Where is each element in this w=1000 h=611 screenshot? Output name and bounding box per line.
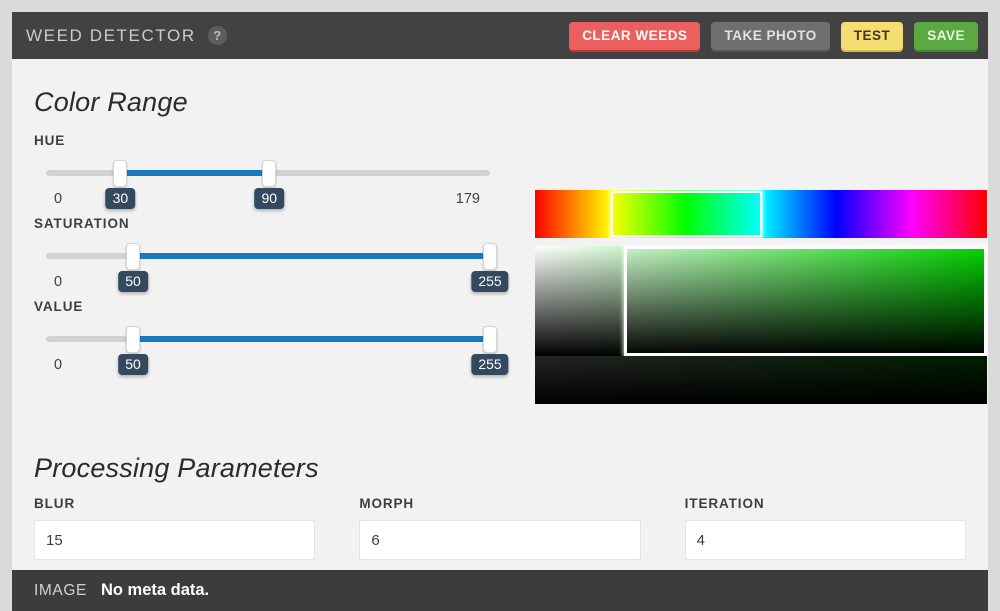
- slider-max-label: 179: [455, 191, 480, 207]
- blur-input[interactable]: [34, 520, 316, 560]
- clear-weeds-button[interactable]: CLEAR WEEDS: [569, 21, 701, 50]
- color-range-sliders: HUE 0 179 30 90 SATURATION 0 50 255 VALU…: [34, 131, 509, 380]
- slider-group-hue: HUE 0 179 30 90: [34, 133, 502, 214]
- take-photo-button[interactable]: TAKE PHOTO: [711, 21, 830, 50]
- slider-group-value: VALUE 0 50 255: [34, 299, 509, 380]
- color-range-heading: Color Range: [34, 87, 188, 117]
- param-morph: MORPH: [359, 496, 641, 560]
- question-mark-circle-icon[interactable]: ?: [207, 26, 227, 45]
- processing-parameters: Processing Parameters BLUR MORPH ITERATI…: [34, 453, 966, 560]
- slider-value-badge-low: 30: [105, 188, 136, 209]
- slider-track-fill: [120, 170, 270, 176]
- slider-handle-high[interactable]: [483, 326, 497, 353]
- page-title: WEED DETECTOR: [26, 25, 196, 45]
- slider-value-badge-high: 90: [254, 188, 285, 209]
- saturation-value-picker-shadow: [535, 356, 987, 404]
- param-label-morph: MORPH: [359, 496, 415, 511]
- iteration-input[interactable]: [684, 520, 966, 560]
- hue-selection-box: [610, 191, 763, 237]
- param-label-iteration: ITERATION: [684, 496, 765, 511]
- slider-saturation[interactable]: [34, 241, 502, 271]
- slider-value-badge-high: 255: [471, 354, 509, 375]
- param-blur: BLUR: [34, 496, 316, 560]
- slider-value-badge-low: 50: [118, 354, 148, 375]
- slider-label-hue: HUE: [34, 133, 66, 148]
- slider-handle-low[interactable]: [113, 160, 128, 187]
- param-label-blur: BLUR: [34, 496, 76, 511]
- slider-handle-high[interactable]: [483, 243, 497, 270]
- slider-track-fill: [133, 336, 490, 342]
- slider-scale-saturation: 0 50 255: [34, 271, 509, 297]
- titlebar-actions: CLEAR WEEDS TAKE PHOTO TEST SAVE: [569, 21, 978, 50]
- status-label-image: IMAGE: [34, 581, 87, 599]
- processing-parameters-heading: Processing Parameters: [34, 453, 319, 483]
- weed-detector-card: WEED DETECTOR ? CLEAR WEEDS TAKE PHOTO T…: [12, 12, 988, 611]
- slider-label-value: VALUE: [34, 299, 84, 314]
- test-button[interactable]: TEST: [840, 21, 904, 50]
- slider-label-saturation: SATURATION: [34, 216, 130, 231]
- slider-value[interactable]: [34, 324, 502, 354]
- slider-value-badge-high: 255: [471, 271, 509, 292]
- sv-selection-box: [623, 246, 987, 356]
- color-preview: [535, 190, 987, 404]
- slider-track-fill: [133, 253, 490, 259]
- app-titlebar: WEED DETECTOR ? CLEAR WEEDS TAKE PHOTO T…: [12, 12, 988, 59]
- morph-input[interactable]: [359, 520, 641, 560]
- slider-min-label: 0: [54, 357, 63, 373]
- slider-handle-high[interactable]: [262, 160, 277, 187]
- param-iteration: ITERATION: [684, 496, 966, 560]
- slider-min-label: 0: [54, 274, 63, 290]
- slider-handle-low[interactable]: [126, 326, 141, 353]
- status-meta-value: No meta data.: [100, 581, 210, 599]
- slider-value-badge-low: 50: [118, 271, 148, 292]
- processing-parameters-row: BLUR MORPH ITERATION: [34, 496, 966, 560]
- slider-scale-hue: 0 179 30 90: [34, 188, 502, 214]
- slider-group-saturation: SATURATION 0 50 255: [34, 216, 509, 297]
- slider-handle-low[interactable]: [126, 243, 141, 270]
- slider-hue[interactable]: [34, 158, 502, 188]
- save-button[interactable]: SAVE: [914, 21, 978, 50]
- hue-spectrum-bar[interactable]: [535, 190, 987, 238]
- status-bar: IMAGE No meta data.: [12, 570, 988, 611]
- slider-scale-value: 0 50 255: [34, 354, 509, 380]
- saturation-value-picker[interactable]: [535, 246, 987, 356]
- slider-min-label: 0: [54, 191, 63, 207]
